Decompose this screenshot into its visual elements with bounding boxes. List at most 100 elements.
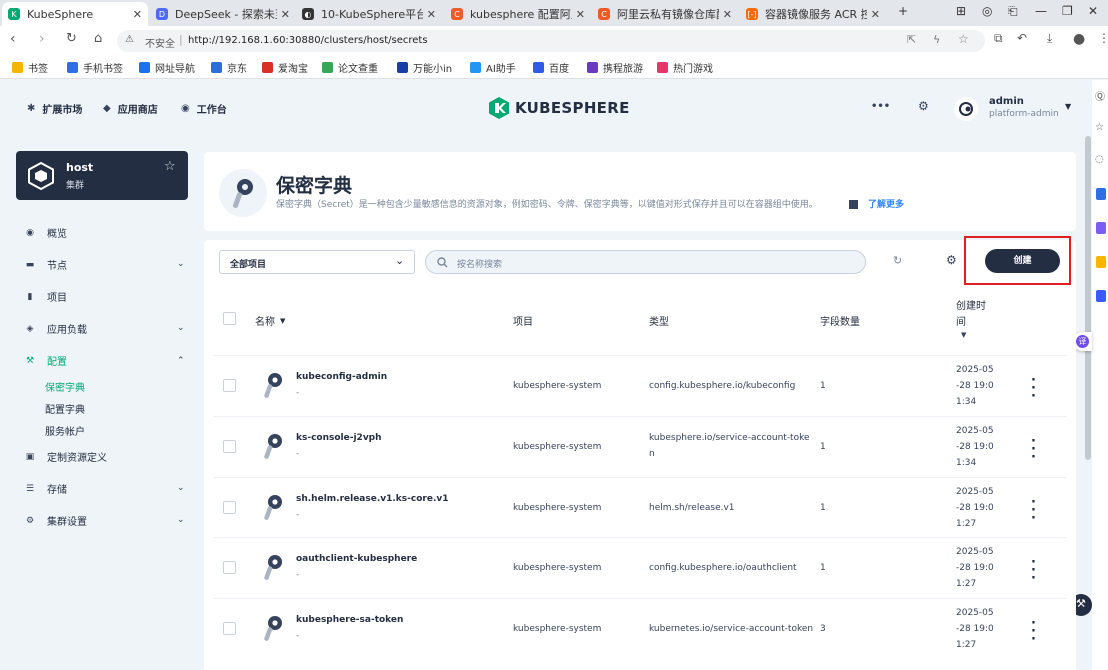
warning-icon[interactable]: ⚠ bbox=[125, 34, 134, 45]
sidebar-item-crds[interactable]: ▣ 定制资源定义 bbox=[25, 449, 107, 465]
kubesphere-logo[interactable]: KUBESPHERE bbox=[489, 97, 630, 119]
sidebar-item-workloads[interactable]: ◈ 应用负载 bbox=[25, 321, 87, 337]
sidebar-item-storage[interactable]: ☰ 存储 bbox=[25, 481, 67, 497]
browser-tab[interactable]: K KubeSphere ✕ bbox=[2, 2, 148, 26]
tab-close-icon[interactable]: ✕ bbox=[576, 8, 585, 21]
learn-more-link[interactable]: 了解更多 bbox=[868, 197, 904, 210]
download-icon[interactable]: ⤓ bbox=[1047, 31, 1052, 46]
undo-icon[interactable]: ↶ bbox=[1017, 31, 1027, 45]
tab-close-icon[interactable]: ✕ bbox=[723, 8, 732, 21]
back-icon[interactable]: ‹ bbox=[10, 31, 16, 47]
row-more-actions-icon[interactable]: · · · bbox=[1031, 617, 1036, 646]
window-close-icon[interactable]: ✕ bbox=[1088, 4, 1098, 18]
sidebar-item-configuration[interactable]: ⚒ 配置 bbox=[25, 353, 67, 369]
bookmark-item[interactable]: 百度 bbox=[533, 60, 569, 75]
side-search-icon[interactable]: Ⓠ bbox=[1095, 88, 1105, 103]
settings-gear-icon[interactable]: ⚙ bbox=[918, 99, 929, 113]
bookmark-item[interactable]: 携程旅游 bbox=[587, 60, 643, 75]
favorite-star-icon[interactable]: ☆ bbox=[164, 159, 176, 174]
table-settings-gear-icon[interactable]: ⚙ bbox=[946, 253, 957, 267]
maximize-icon[interactable]: ❐ bbox=[1062, 4, 1073, 18]
extensions-icon[interactable]: ⧉ bbox=[994, 31, 1003, 46]
bookmark-item[interactable]: 京东 bbox=[211, 60, 247, 75]
search-input[interactable]: 按名称搜索 bbox=[425, 250, 866, 274]
tab-close-icon[interactable]: ✕ bbox=[133, 8, 142, 21]
extension-icon[interactable]: ◎ bbox=[982, 4, 992, 18]
tab-close-icon[interactable]: ✕ bbox=[871, 8, 880, 21]
row-checkbox[interactable] bbox=[223, 378, 236, 392]
cluster-card[interactable]: host 集群 ☆ bbox=[16, 151, 188, 200]
row-checkbox[interactable] bbox=[223, 500, 236, 514]
omnibox[interactable]: ⚠ 不安全 | http://192.168.1.60:30880/cluste… bbox=[117, 30, 985, 52]
new-tab-button[interactable]: + bbox=[898, 4, 908, 18]
browser-tab[interactable]: D DeepSeek - 探索未至之 ✕ bbox=[150, 2, 296, 26]
share-icon[interactable]: ⇱ bbox=[907, 33, 916, 46]
nav-workbench[interactable]: ◉ 工作台 bbox=[181, 101, 227, 116]
side-star-icon[interactable]: ☆ bbox=[1095, 122, 1104, 133]
side-app-icon-2[interactable] bbox=[1096, 222, 1106, 234]
security-label[interactable]: 不安全 bbox=[145, 35, 175, 50]
row-more-actions-icon[interactable]: · · · bbox=[1031, 496, 1036, 525]
bookmark-item[interactable]: 万能小in bbox=[397, 60, 452, 75]
row-checkbox[interactable] bbox=[223, 621, 236, 635]
forward-icon[interactable]: › bbox=[39, 31, 45, 47]
avatar[interactable] bbox=[954, 97, 978, 121]
account-icon[interactable]: ● bbox=[1073, 31, 1085, 47]
side-app-icon-1[interactable] bbox=[1096, 188, 1106, 200]
browser-tab[interactable]: ◐ 10-KubeSphere平台 ✕ bbox=[296, 2, 442, 26]
sort-caret-icon[interactable]: ▼ bbox=[961, 331, 966, 339]
create-button[interactable]: 创建 bbox=[985, 249, 1060, 273]
column-header-created[interactable]: 创建时 bbox=[956, 297, 986, 312]
side-circle-icon[interactable]: ◌ bbox=[1095, 154, 1104, 165]
chevron-up-icon[interactable]: ⌃ bbox=[177, 356, 185, 366]
project-select[interactable]: 全部项目 ⌄ bbox=[219, 250, 415, 274]
sidebar-subitem-secrets[interactable]: 保密字典 bbox=[45, 379, 85, 394]
chevron-down-icon[interactable]: ⌄ bbox=[177, 515, 185, 525]
secret-name-link[interactable]: sh.helm.release.v1.ks-core.v1 bbox=[296, 494, 449, 504]
page-scrollbar[interactable] bbox=[1085, 136, 1091, 460]
row-checkbox[interactable] bbox=[223, 439, 236, 453]
minimize-icon[interactable]: — bbox=[1035, 4, 1047, 18]
sort-caret-icon[interactable]: ▼ bbox=[280, 317, 285, 325]
browser-tab[interactable]: [-] 容器镜像服务 ACR 控制 ✕ bbox=[740, 2, 886, 26]
sidebar-item-projects[interactable]: ▮ 项目 bbox=[25, 289, 67, 305]
bolt-icon[interactable]: ϟ bbox=[933, 33, 940, 46]
bookmark-item[interactable]: 论文查重 bbox=[322, 60, 378, 75]
bookmark-star-icon[interactable]: ☆ bbox=[958, 32, 969, 46]
secret-name-link[interactable]: ks-console-j2vph bbox=[296, 433, 382, 443]
select-all-checkbox[interactable] bbox=[223, 312, 236, 325]
tab-close-icon[interactable]: ✕ bbox=[281, 8, 290, 21]
bookmark-item[interactable]: 手机书签 bbox=[67, 60, 123, 75]
column-header-name[interactable]: 名称 ▼ bbox=[255, 313, 285, 329]
user-menu-caret-icon[interactable]: ▼ bbox=[1065, 102, 1071, 111]
browser-tab[interactable]: C 阿里云私有镜像仓库配置 ✕ bbox=[592, 2, 738, 26]
row-checkbox[interactable] bbox=[223, 560, 236, 574]
chevron-down-icon[interactable]: ⌄ bbox=[177, 483, 185, 493]
refresh-icon[interactable]: ↻ bbox=[893, 254, 902, 267]
bookmark-item[interactable]: 爱淘宝 bbox=[262, 60, 308, 75]
tab-search-icon[interactable]: ⊞ bbox=[956, 4, 966, 18]
nav-extension-market[interactable]: ✱ 扩展市场 bbox=[27, 101, 82, 116]
reload-icon[interactable]: ↻ bbox=[66, 31, 77, 46]
bookmark-item[interactable]: 热门游戏 bbox=[657, 60, 713, 75]
chevron-down-icon[interactable]: ⌄ bbox=[177, 323, 185, 333]
bookmark-item[interactable]: 网址导航 bbox=[139, 60, 195, 75]
column-header-created-cont[interactable]: 间 bbox=[956, 313, 966, 328]
row-more-actions-icon[interactable]: · · · bbox=[1031, 374, 1036, 403]
tab-close-icon[interactable]: ✕ bbox=[427, 8, 436, 21]
browser-menu-icon[interactable]: ⋮ bbox=[1098, 31, 1108, 45]
bookmark-item[interactable]: AI助手 bbox=[470, 60, 516, 75]
secret-name-link[interactable]: oauthclient-kubesphere bbox=[296, 554, 417, 564]
sidebar-subitem-service-accounts[interactable]: 服务帐户 bbox=[45, 423, 85, 438]
browser-tab[interactable]: Ckubesphere 配置阿里镜 ✕ bbox=[445, 2, 591, 26]
chevron-down-icon[interactable]: ⌄ bbox=[177, 259, 185, 269]
more-apps-icon[interactable]: ••• bbox=[871, 101, 890, 112]
secret-name-link[interactable]: kubesphere-sa-token bbox=[296, 615, 403, 625]
row-more-actions-icon[interactable]: · · · bbox=[1031, 556, 1036, 585]
bookmark-item[interactable]: 书签 bbox=[12, 60, 48, 75]
side-app-icon-3[interactable] bbox=[1096, 256, 1106, 268]
sidebar-item-nodes[interactable]: ▬ 节点 bbox=[25, 257, 67, 273]
secret-name-link[interactable]: kubeconfig-admin bbox=[296, 372, 387, 382]
home-icon[interactable]: ⌂ bbox=[94, 31, 102, 46]
nav-app-store[interactable]: ◆ 应用商店 bbox=[103, 101, 158, 116]
